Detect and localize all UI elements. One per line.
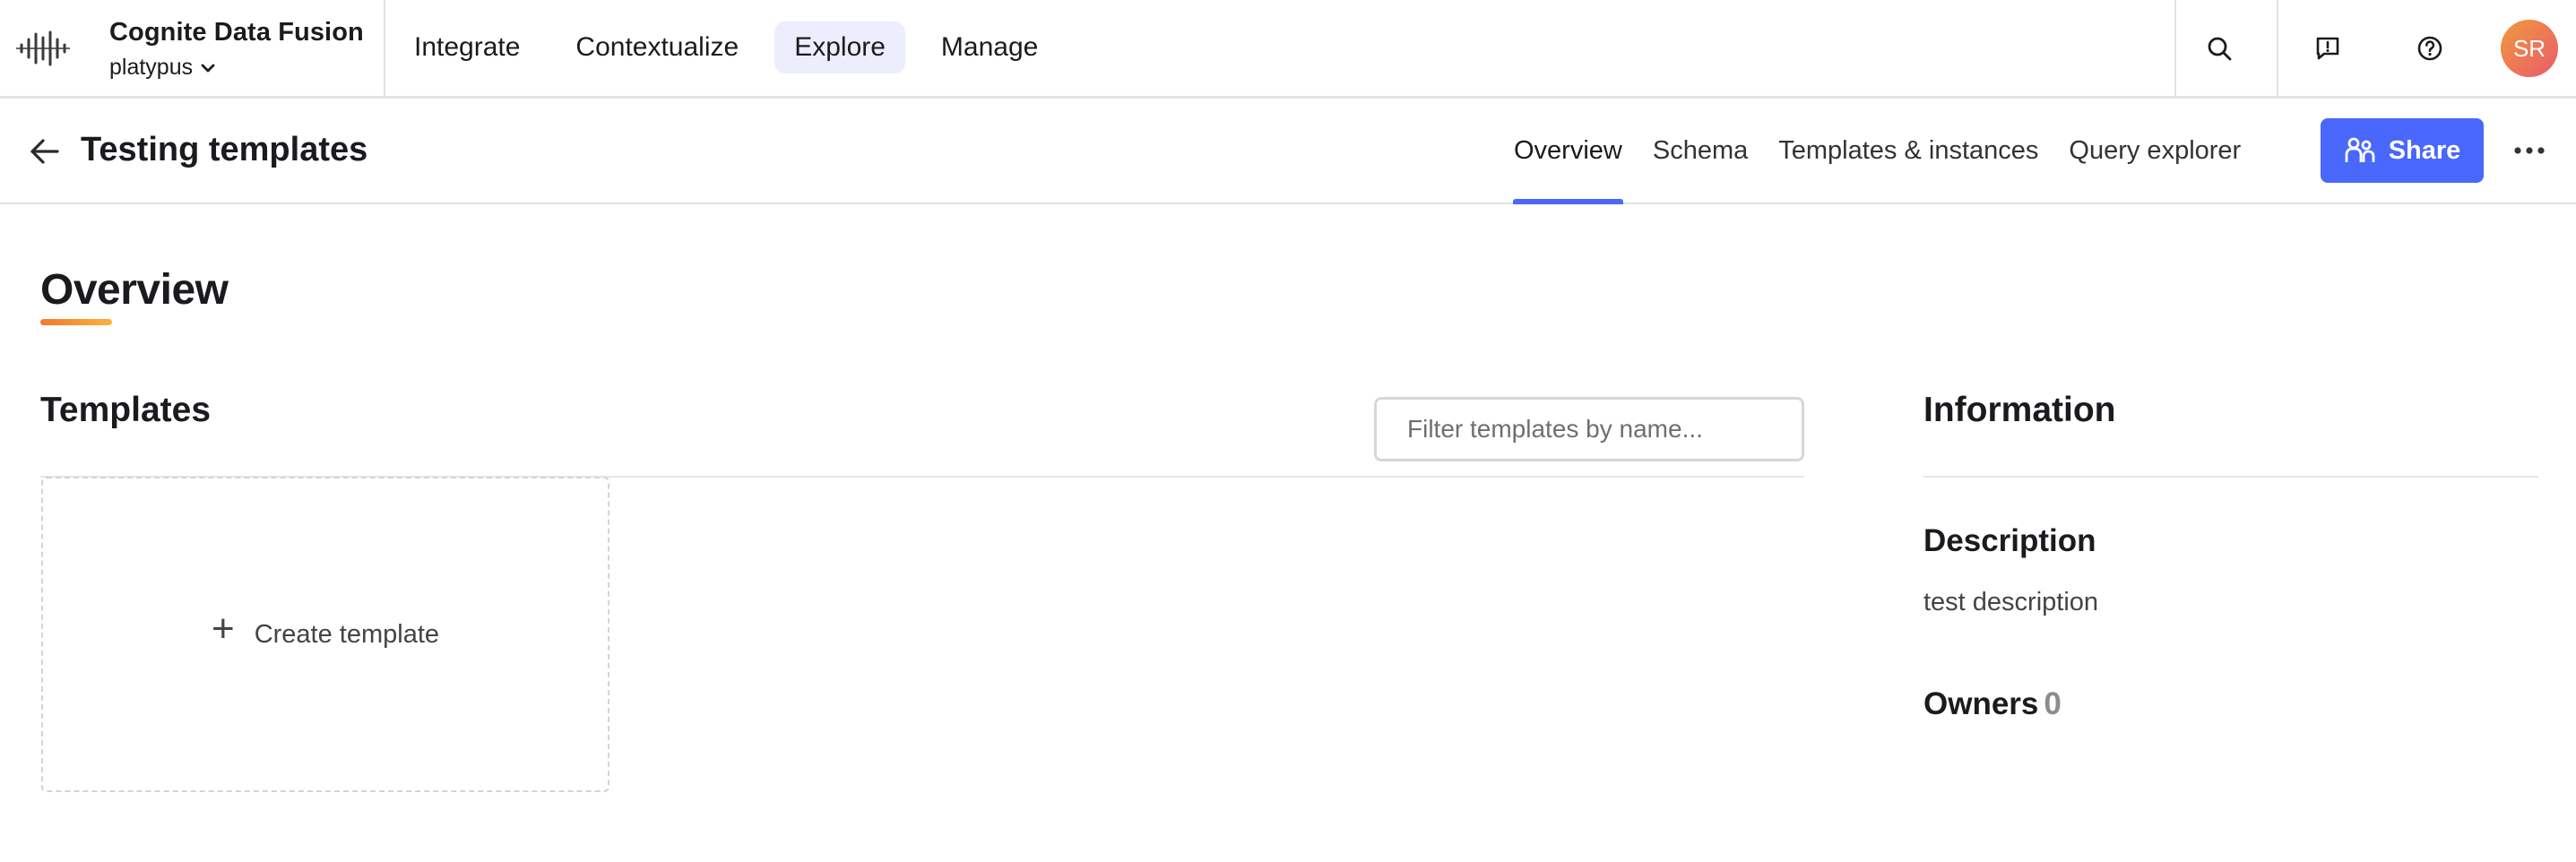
- users-icon: [2345, 137, 2375, 162]
- description-heading: Description: [1923, 523, 2096, 558]
- tab-overview[interactable]: Overview: [1513, 99, 1623, 204]
- nav-item-contextualize[interactable]: Contextualize: [556, 22, 758, 73]
- plus-icon: +: [211, 607, 235, 651]
- project-selector[interactable]: platypus: [109, 55, 364, 81]
- page-header: Testing templates Overview Schema Templa…: [0, 99, 2576, 204]
- owners-label: Owners: [1923, 686, 2039, 721]
- title-underline: [40, 319, 112, 325]
- main-nav: Integrate Contextualize Explore Manage: [394, 22, 1058, 73]
- user-avatar[interactable]: SR: [2501, 20, 2558, 77]
- brand: Cognite Data Fusion platypus: [109, 18, 364, 81]
- chevron-down-icon: [201, 64, 215, 72]
- search-icon[interactable]: [2198, 27, 2241, 70]
- share-label: Share: [2388, 135, 2461, 165]
- cognite-logo-icon[interactable]: [16, 27, 70, 70]
- divider: [2277, 0, 2278, 97]
- project-name: platypus: [109, 55, 194, 80]
- nav-item-integrate[interactable]: Integrate: [394, 22, 540, 73]
- owners-count: 0: [2044, 686, 2062, 721]
- tab-templates-instances[interactable]: Templates & instances: [1777, 99, 2039, 203]
- tab-bar: Overview Schema Templates & instances Qu…: [1513, 99, 2242, 204]
- help-icon[interactable]: [2408, 27, 2451, 70]
- feedback-icon[interactable]: [2306, 27, 2349, 70]
- create-template-label: Create template: [254, 619, 440, 649]
- create-template-card[interactable]: + Create template: [41, 477, 609, 792]
- divider: [384, 0, 385, 97]
- templates-heading: Templates: [40, 391, 212, 429]
- information-heading: Information: [1923, 391, 2116, 429]
- more-horizontal-icon[interactable]: [2510, 133, 2549, 168]
- nav-item-explore[interactable]: Explore: [774, 22, 905, 73]
- owners-heading: Owners 0: [1923, 686, 2062, 722]
- tab-schema[interactable]: Schema: [1652, 99, 1749, 203]
- nav-item-manage[interactable]: Manage: [921, 22, 1058, 73]
- section-title: Overview: [40, 266, 229, 314]
- filter-templates-input[interactable]: [1374, 397, 1804, 461]
- app-title: Cognite Data Fusion: [109, 18, 364, 47]
- arrow-left-icon[interactable]: [27, 134, 63, 170]
- description-text: test description: [1923, 588, 2099, 616]
- share-button[interactable]: Share: [2321, 118, 2484, 183]
- top-bar: Cognite Data Fusion platypus Integrate C…: [0, 0, 2576, 99]
- tab-query-explorer[interactable]: Query explorer: [2068, 99, 2242, 203]
- divider: [2174, 0, 2176, 97]
- divider: [1923, 476, 2538, 478]
- page-title: Testing templates: [81, 131, 368, 168]
